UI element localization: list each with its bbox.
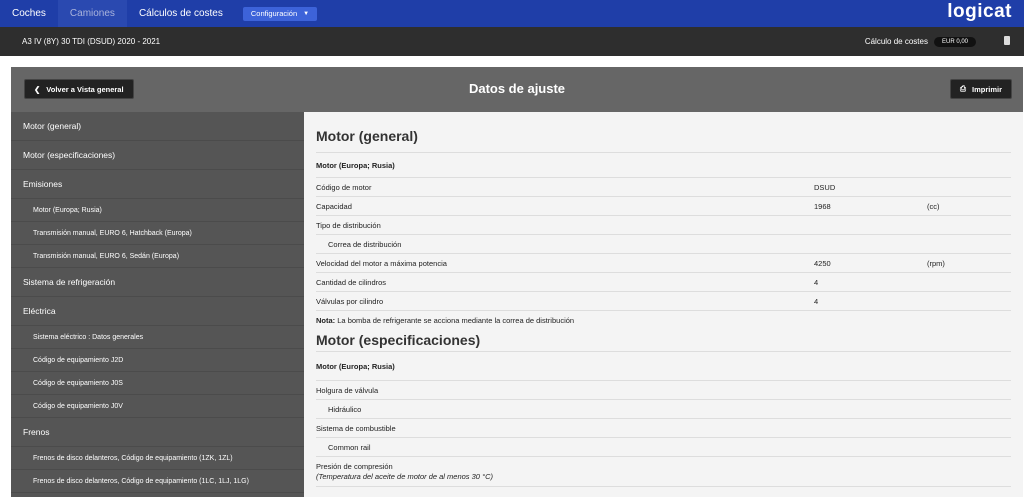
section-title-specs: Motor (especificaciones) xyxy=(316,330,1011,352)
note-text: La bomba de refrigerante se acciona medi… xyxy=(337,316,575,325)
sidebar-item[interactable]: Eléctrica xyxy=(11,297,304,326)
print-button[interactable]: ⎙ Imprimir xyxy=(949,79,1012,99)
content-area: Motor (general) Motor (Europa; Rusia) Có… xyxy=(304,112,1023,497)
spec-row: Capacidad 1968 (cc) xyxy=(316,197,1011,216)
spec-label: Common rail xyxy=(328,442,371,452)
spec-row: Válvulas por cilindro 4 xyxy=(316,292,1011,311)
printer-icon: ⎙ xyxy=(959,84,966,93)
spec-unit: (cc) xyxy=(927,201,940,211)
sidebar-nav: Motor (general) Motor (especificaciones) E… xyxy=(11,112,304,497)
panel-header: ❮ Volver a Vista general Datos de ajuste… xyxy=(11,67,1023,112)
spec-value: 4 xyxy=(814,296,819,306)
spec-unit: (rpm) xyxy=(927,258,945,268)
sidebar-item[interactable]: Frenos de disco delanteros, Código de eq… xyxy=(11,447,304,470)
spec-row: Presión de compresión (Temperatura del a… xyxy=(316,457,1011,487)
sidebar-item[interactable]: Sistema de refrigeración xyxy=(11,268,304,297)
logicat-logo: logicat xyxy=(947,1,1012,22)
cost-calculation-label: Cálculo de costes xyxy=(864,37,928,46)
spec-label: Válvulas por cilindro xyxy=(316,296,384,306)
sidebar-item[interactable]: Transmisión manual, EURO 6, Hatchback (E… xyxy=(11,222,304,245)
sidebar-item[interactable]: Motor (general) xyxy=(11,112,304,141)
tab-coches[interactable]: Coches xyxy=(0,0,58,27)
sidebar-item[interactable]: Frenos xyxy=(11,418,304,447)
spec-row: Sistema de combustible xyxy=(316,419,1011,438)
spec-label: Presión de compresión (Temperatura del a… xyxy=(316,462,493,481)
spec-label: Correa de distribución xyxy=(328,239,402,249)
tab-camiones[interactable]: Camiones xyxy=(57,0,127,27)
chevron-down-icon: ▼ xyxy=(303,10,310,17)
sidebar-item[interactable]: Código de equipamiento J0S xyxy=(11,372,304,395)
spec-row: Hidráulico xyxy=(316,400,1011,419)
spec-row: Tipo de distribución xyxy=(316,216,1011,235)
cost-calculation[interactable]: Cálculo de costes EUR 0,00 xyxy=(864,36,976,47)
note-label: Nota: xyxy=(316,316,336,325)
spec-label: Cantidad de cilindros xyxy=(316,277,387,287)
cost-total-badge: EUR 0,00 xyxy=(933,36,976,47)
sidebar-item[interactable]: Motor (Europa; Rusia) xyxy=(11,199,304,222)
vehicle-model: A3 IV (8Y) 30 TDI (DSUD) 2020 - 2021 xyxy=(22,37,161,46)
tab-calculos-costes[interactable]: Cálculos de costes xyxy=(127,0,235,27)
spec-row: Código de motor DSUD xyxy=(316,178,1011,197)
trash-icon[interactable] xyxy=(1004,36,1010,45)
vehicle-bar: A3 IV (8Y) 30 TDI (DSUD) 2020 - 2021 Cál… xyxy=(0,27,1024,56)
spec-label: Holgura de válvula xyxy=(316,385,379,395)
spec-value: 4 xyxy=(814,277,819,287)
adjustment-data-panel: ❮ Volver a Vista general Datos de ajuste… xyxy=(11,67,1023,497)
spec-label: Tipo de distribución xyxy=(316,220,381,230)
sidebar-item[interactable]: Sistema eléctrico : Datos generales xyxy=(11,326,304,349)
sidebar-item[interactable]: Emisiones xyxy=(11,170,304,199)
sidebar-item[interactable]: Motor (especificaciones) xyxy=(11,141,304,170)
group-heading: Motor (Europa; Rusia) xyxy=(316,153,1011,178)
spec-label: Capacidad xyxy=(316,201,352,211)
page-title: Datos de ajuste xyxy=(468,81,566,96)
spec-value: 1968 xyxy=(814,201,831,211)
compression-pressure-condition: (Temperatura del aceite de motor de al m… xyxy=(316,472,493,481)
note: Nota: La bomba de refrigerante se accion… xyxy=(316,311,1011,330)
spec-label: Velocidad del motor a máxima potencia xyxy=(316,258,447,268)
configuration-dropdown[interactable]: Configuración ▼ xyxy=(242,6,318,21)
group-heading: Motor (Europa; Rusia) xyxy=(316,352,1011,381)
print-button-label: Imprimir xyxy=(971,84,1002,94)
top-nav-bar: Coches Camiones Cálculos de costes Confi… xyxy=(0,0,1024,27)
spec-row: Cantidad de cilindros 4 xyxy=(316,273,1011,292)
sidebar-item[interactable]: Frenos de disco traseros, Código de equi… xyxy=(11,493,304,497)
sidebar-item[interactable]: Código de equipamiento J2D xyxy=(11,349,304,372)
spec-value: DSUD xyxy=(814,182,836,192)
compression-pressure-label: Presión de compresión xyxy=(316,462,393,471)
spec-row: Holgura de válvula xyxy=(316,381,1011,400)
sidebar-item[interactable]: Frenos de disco delanteros, Código de eq… xyxy=(11,470,304,493)
spec-value: 4250 xyxy=(814,258,831,268)
sidebar-item[interactable]: Transmisión manual, EURO 6, Sedán (Europ… xyxy=(11,245,304,268)
spec-label: Sistema de combustible xyxy=(316,423,396,433)
spec-label: Código de motor xyxy=(316,182,372,192)
spec-row: Velocidad del motor a máxima potencia 42… xyxy=(316,254,1011,273)
section-title-general: Motor (general) xyxy=(316,112,1011,153)
spec-row: Correa de distribución xyxy=(316,235,1011,254)
sidebar-item[interactable]: Código de equipamiento J0V xyxy=(11,395,304,418)
spec-label: Hidráulico xyxy=(328,404,362,414)
configuration-label: Configuración xyxy=(250,9,298,18)
spec-row: Common rail xyxy=(316,438,1011,457)
